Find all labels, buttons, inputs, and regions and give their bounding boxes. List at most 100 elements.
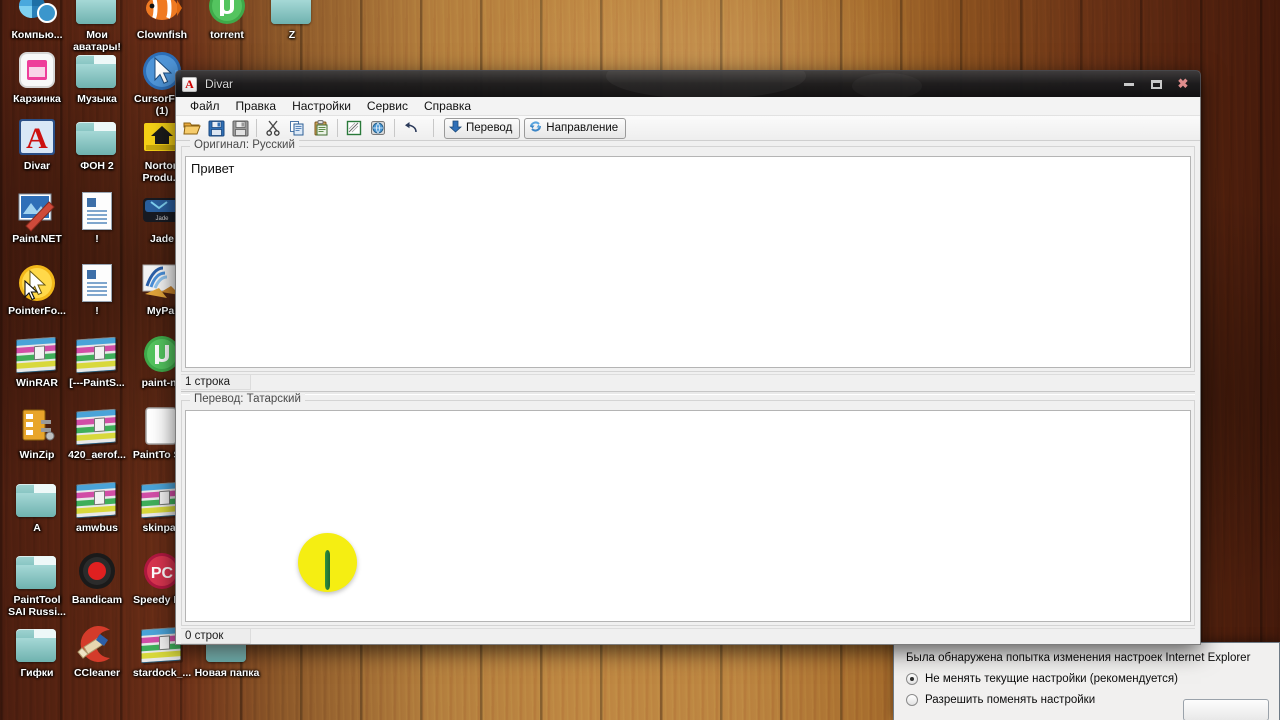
desktop-icon-label: A bbox=[33, 522, 41, 534]
window-titlebar[interactable]: A Divar ✖ bbox=[175, 70, 1201, 97]
desktop-icon-amwbus[interactable]: amwbus bbox=[64, 479, 130, 535]
winrar-icon bbox=[16, 334, 58, 376]
toolbar-separator bbox=[256, 119, 257, 137]
desktop-icon-мои-аватары[interactable]: Мои аватары! bbox=[64, 0, 130, 53]
menu-help[interactable]: Справка bbox=[416, 97, 479, 115]
menu-service[interactable]: Сервис bbox=[359, 97, 416, 115]
desktop-icon-label: Bandicam bbox=[71, 594, 123, 606]
desktop-icon-torrent[interactable]: torrent bbox=[194, 0, 260, 42]
desktop-icon-bandicam[interactable]: Bandicam bbox=[64, 551, 130, 607]
translate-button-label: Перевод bbox=[466, 122, 513, 134]
spellcheck-icon[interactable] bbox=[342, 116, 366, 140]
maximize-icon[interactable] bbox=[1143, 76, 1169, 93]
panel-divider bbox=[181, 391, 1195, 395]
computer-icon bbox=[16, 0, 58, 28]
menu-settings[interactable]: Настройки bbox=[284, 97, 359, 115]
desktop-icon-paints[interactable]: [---PaintS... bbox=[64, 334, 130, 390]
direction-button-label: Направление bbox=[546, 122, 619, 134]
original-line-count: 1 строка bbox=[181, 375, 251, 390]
translate-button[interactable]: Перевод bbox=[444, 117, 521, 139]
paste-icon[interactable] bbox=[309, 116, 333, 140]
desktop-icon-label: Paint.NET bbox=[12, 233, 62, 245]
bandicam-icon bbox=[76, 551, 118, 593]
desktop-icon-label: CCleaner bbox=[73, 667, 121, 679]
desktop-icon-ccleaner[interactable]: CCleaner bbox=[64, 624, 130, 680]
desktop-icon-label: Карзинка bbox=[13, 93, 61, 105]
translation-panel-legend: Перевод: Татарский bbox=[190, 393, 305, 405]
ie-dialog-message: Была обнаружена попытка изменения настро… bbox=[906, 652, 1251, 664]
toolbar-separator-4 bbox=[433, 119, 434, 137]
close-icon[interactable]: ✖ bbox=[1170, 76, 1196, 93]
desktop-icon-фон-2[interactable]: ФОН 2 bbox=[64, 117, 130, 173]
direction-button[interactable]: Направление bbox=[524, 117, 627, 139]
mouse-pointer bbox=[24, 279, 40, 307]
desktop-icon-label: 420_aerof... bbox=[68, 449, 126, 461]
desktop-icon-painttool-sai-russi[interactable]: PaintTool SAI Russi... bbox=[4, 551, 70, 618]
desktop-icon-гифки[interactable]: Гифки bbox=[4, 624, 70, 680]
desktop-icon-label: Гифки bbox=[20, 667, 54, 679]
letter-a-icon: A bbox=[182, 76, 197, 92]
desktop-icon-label: PointerFo... bbox=[8, 305, 66, 317]
toolbar[interactable]: Перевод Направление bbox=[176, 116, 1200, 141]
desktop-icon-label: torrent bbox=[210, 29, 244, 41]
desktop-icon-[interactable]: ! bbox=[64, 190, 130, 246]
radio-unselected-icon[interactable] bbox=[906, 694, 918, 706]
original-panel: Оригинал: Русский Привет bbox=[181, 139, 1195, 372]
desktop-icon-paint-net[interactable]: Paint.NET bbox=[4, 190, 70, 246]
menu-file[interactable]: Файл bbox=[182, 97, 228, 115]
desktop-icon-label: PaintTool SAI Russi... bbox=[8, 594, 66, 618]
folder-icon bbox=[76, 50, 118, 92]
recycle-bin-icon bbox=[16, 50, 58, 92]
ie-option-allow-label: Разрешить поменять настройки bbox=[925, 694, 1096, 706]
desktop-icon-компью[interactable]: Компью... bbox=[4, 0, 70, 42]
menu-edit[interactable]: Правка bbox=[228, 97, 285, 115]
folder-icon bbox=[76, 117, 118, 159]
archive-icon bbox=[76, 406, 118, 448]
desktop-icon-[interactable]: ! bbox=[64, 262, 130, 318]
folder-icon bbox=[16, 624, 58, 666]
radio-selected-icon[interactable] bbox=[906, 673, 918, 685]
desktop-icon-label: WinZip bbox=[19, 449, 55, 461]
toolbar-separator-2 bbox=[337, 119, 338, 137]
open-folder-icon[interactable] bbox=[180, 116, 204, 140]
desktop-icon-карзинка[interactable]: Карзинка bbox=[4, 50, 70, 106]
desktop-icon-z[interactable]: Z bbox=[259, 0, 325, 42]
svg-text:Jade: Jade bbox=[155, 216, 169, 222]
desktop-icon-label: Z bbox=[288, 29, 296, 41]
window-title: Divar bbox=[205, 77, 234, 91]
cut-icon[interactable] bbox=[261, 116, 285, 140]
desktop-icon-label: stardock_... bbox=[132, 667, 192, 679]
copy-icon[interactable] bbox=[285, 116, 309, 140]
document-icon bbox=[76, 190, 118, 232]
desktop-icon-label: Clownfish bbox=[136, 29, 188, 41]
menu-bar[interactable]: Файл Правка Настройки Сервис Справка bbox=[176, 97, 1200, 116]
desktop-icon-winrar[interactable]: WinRAR bbox=[4, 334, 70, 390]
folder-icon bbox=[271, 0, 313, 28]
internet-explorer-settings-dialog[interactable]: Была обнаружена попытка изменения настро… bbox=[893, 642, 1280, 720]
desktop-icon-label: Divar bbox=[23, 160, 51, 172]
desktop-icon-winzip[interactable]: WinZip bbox=[4, 406, 70, 462]
save-icon[interactable] bbox=[204, 116, 228, 140]
desktop-icon-divar[interactable]: A Divar bbox=[4, 117, 70, 173]
text-caret-cursor bbox=[325, 550, 330, 590]
divar-icon: A bbox=[16, 117, 58, 159]
ie-dialog-button[interactable] bbox=[1183, 699, 1269, 720]
desktop-icon-label: Компью... bbox=[11, 29, 63, 41]
globe-icon[interactable] bbox=[366, 116, 390, 140]
desktop-icon-clownfish[interactable]: Clownfish bbox=[129, 0, 195, 42]
document-icon bbox=[76, 262, 118, 304]
save-as-icon[interactable] bbox=[228, 116, 252, 140]
desktop-icon-label: ! bbox=[95, 305, 99, 317]
original-panel-legend: Оригинал: Русский bbox=[190, 139, 299, 151]
desktop-icon-музыка[interactable]: Музыка bbox=[64, 50, 130, 106]
undo-icon[interactable] bbox=[399, 116, 423, 140]
minimize-icon[interactable] bbox=[1116, 76, 1142, 93]
ie-option-keep[interactable]: Не менять текущие настройки (рекомендует… bbox=[906, 673, 1267, 685]
desktop-icon-a[interactable]: A bbox=[4, 479, 70, 535]
archive-icon bbox=[76, 334, 118, 376]
desktop-icon-420-aerof[interactable]: 420_aerof... bbox=[64, 406, 130, 462]
folder-icon bbox=[16, 551, 58, 593]
original-textarea[interactable]: Привет bbox=[185, 156, 1191, 368]
toolbar-separator-3 bbox=[394, 119, 395, 137]
refresh-icon bbox=[529, 120, 542, 136]
